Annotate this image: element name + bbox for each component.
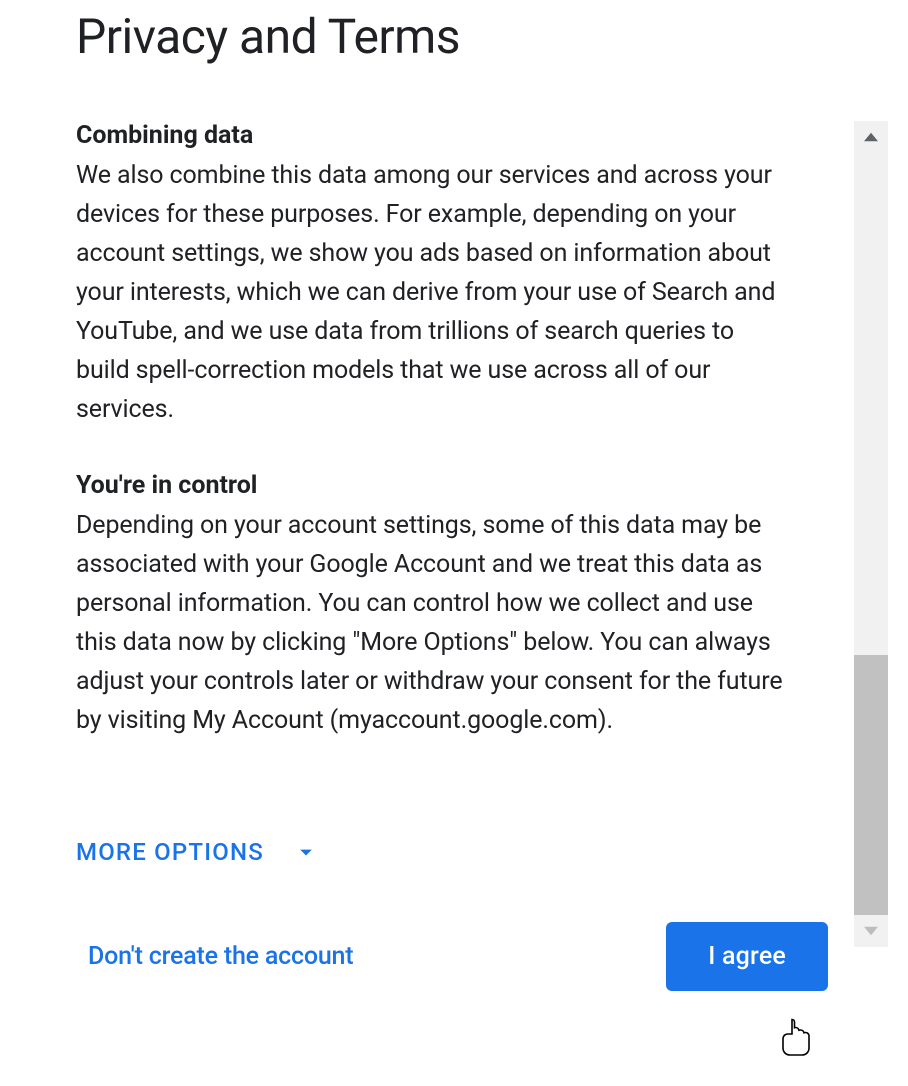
scroll-area: Combining data We also combine this data… xyxy=(76,121,908,866)
scroll-down-arrow-icon[interactable] xyxy=(854,915,888,947)
more-options-label: MORE OPTIONS xyxy=(76,838,264,866)
scroll-up-arrow-icon[interactable] xyxy=(854,121,888,153)
terms-content: Combining data We also combine this data… xyxy=(76,121,786,866)
scrollbar-thumb[interactable] xyxy=(854,655,888,915)
section-youre-in-control: You're in control Depending on your acco… xyxy=(76,471,786,740)
decline-button[interactable]: Don't create the account xyxy=(88,942,353,971)
scrollbar-track[interactable] xyxy=(854,153,888,915)
section-heading: You're in control xyxy=(76,471,786,500)
button-row: Don't create the account I agree xyxy=(88,922,828,991)
section-text: We also combine this data among our serv… xyxy=(76,156,786,429)
section-heading: Combining data xyxy=(76,121,786,150)
more-options-button[interactable]: MORE OPTIONS xyxy=(76,838,320,866)
scrollbar[interactable] xyxy=(854,121,888,947)
chevron-down-icon xyxy=(292,838,320,866)
section-combining-data: Combining data We also combine this data… xyxy=(76,121,786,429)
mouse-cursor-icon xyxy=(780,1018,814,1062)
page-title: Privacy and Terms xyxy=(76,0,908,65)
section-text: Depending on your account settings, some… xyxy=(76,506,786,740)
agree-button[interactable]: I agree xyxy=(666,922,828,991)
